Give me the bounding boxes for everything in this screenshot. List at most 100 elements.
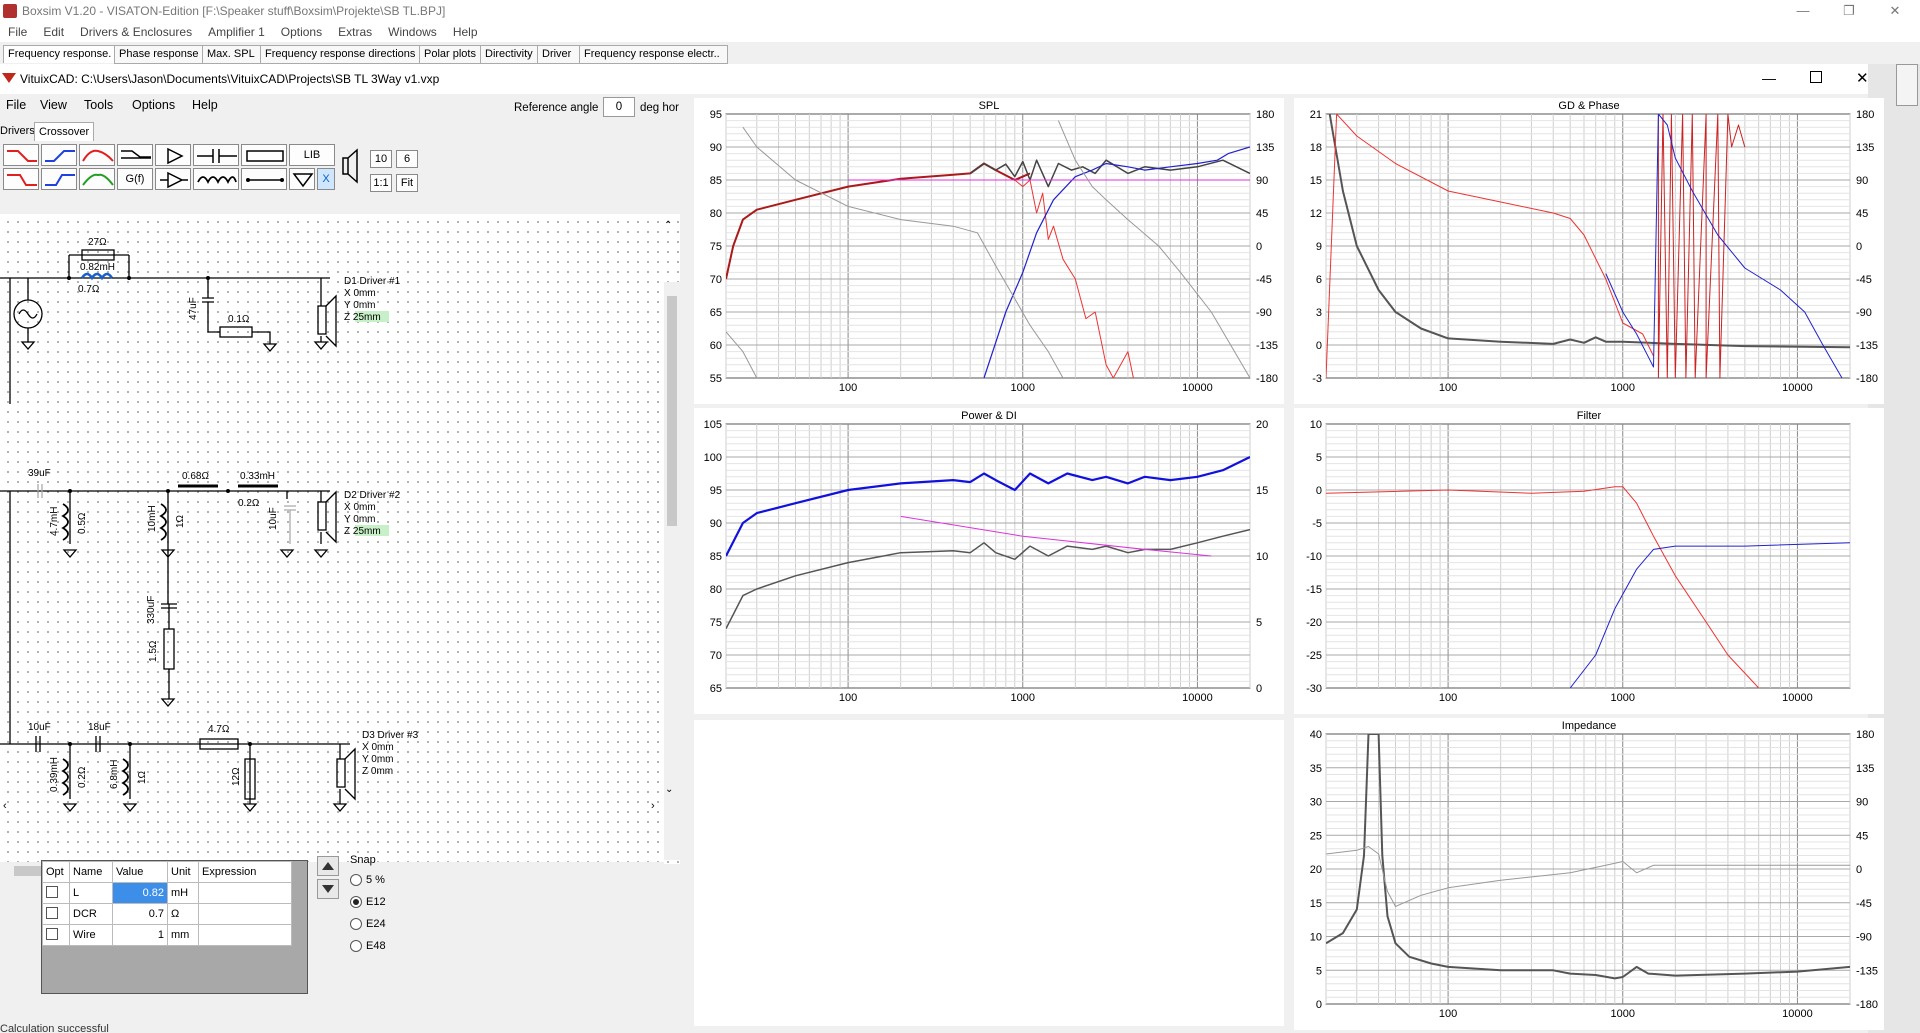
ground-button[interactable]	[289, 168, 315, 190]
param-expression-input[interactable]	[198, 924, 292, 946]
inductor-button[interactable]	[193, 168, 239, 190]
schematic-vertical-scroll-thumb[interactable]	[667, 296, 677, 526]
boxsim-tab-directivity[interactable]: Directivity	[480, 45, 542, 64]
crossover-schematic[interactable]: 27Ω 0.82mH 0.7Ω 47uF 0.1Ω 39uF 0.68Ω 0.3…	[0, 214, 680, 864]
vituix-menu-view[interactable]: View	[40, 98, 67, 112]
boxsim-tab-frequency-response-directions[interactable]: Frequency response directions	[260, 45, 424, 64]
vituix-menu-file[interactable]: File	[6, 98, 26, 112]
buffer-button[interactable]	[155, 168, 191, 190]
boxsim-menu-drivers[interactable]: Drivers & Enclosures	[72, 22, 200, 39]
y-tick-label: 25	[1310, 830, 1322, 842]
transfer-function-button[interactable]: G(f)	[117, 168, 153, 190]
snap-option-5pct[interactable]: 5 %	[350, 874, 385, 887]
lowpass-red2-button[interactable]	[3, 168, 39, 190]
library-button[interactable]: LIB	[289, 144, 335, 166]
boxsim-tab-max-spl[interactable]: Max. SPL	[202, 45, 264, 64]
inductor-icon	[197, 176, 237, 185]
param-value-input[interactable]: 1	[112, 924, 168, 946]
driver3-x: X 0mm	[362, 742, 394, 753]
y-tick-label: 12	[1310, 208, 1322, 220]
chart-panel-spl[interactable]: SPL 95 90 85 80 75 70 65 60 55 180 135 90 45 0 -45 -90 -1…	[694, 98, 1284, 404]
scroll-up-icon[interactable]: ⌃	[664, 220, 672, 231]
boxsim-menu-file[interactable]: File	[0, 22, 35, 39]
delete-x-button[interactable]: X	[317, 168, 335, 190]
highpass-blue2-button[interactable]	[41, 168, 77, 190]
grid-6-button[interactable]: 6	[396, 150, 418, 168]
boxsim-menu-edit[interactable]: Edit	[35, 22, 72, 39]
y-tick-label: 85	[710, 551, 722, 563]
snap-option-e12[interactable]: E12	[350, 896, 386, 909]
minimize-icon[interactable]: —	[1780, 2, 1826, 20]
zoom-1to1-button[interactable]: 1:1	[370, 174, 392, 192]
restore-icon[interactable]: ❐	[1826, 2, 1872, 20]
y-tick-label: 15	[1310, 898, 1322, 910]
opt-checkbox[interactable]	[46, 885, 58, 898]
label-l039: 0.39mH	[49, 757, 60, 792]
vituix-menu-help[interactable]: Help	[192, 98, 218, 112]
scroll-down-icon[interactable]: ⌄	[665, 784, 673, 795]
vituix-menu-tools[interactable]: Tools	[84, 98, 113, 112]
grid-10-button[interactable]: 10	[370, 150, 392, 168]
amplifier-button[interactable]	[155, 144, 191, 166]
wire-button[interactable]	[241, 168, 287, 190]
snap-option-e24[interactable]: E24	[350, 918, 386, 931]
y-tick-label: 18	[1310, 142, 1322, 154]
vituix-menu-options[interactable]: Options	[132, 98, 175, 112]
resistor-01-symbol	[219, 326, 253, 338]
y-tick-label: 20	[1310, 864, 1322, 876]
lowpass-red-button[interactable]	[3, 144, 39, 166]
boxsim-tab-phase-response[interactable]: Phase response	[114, 45, 206, 64]
shelf-button[interactable]	[117, 144, 153, 166]
bandpass-green-button[interactable]	[79, 168, 115, 190]
opt-checkbox[interactable]	[46, 927, 58, 940]
y-tick-label: 100	[704, 452, 722, 464]
y2-tick-label: 45	[1256, 208, 1268, 220]
param-value-input[interactable]: 0.82	[112, 882, 168, 904]
label-c39: 39uF	[28, 468, 51, 479]
param-value-input[interactable]: 0.7	[112, 903, 168, 925]
param-expression-input[interactable]	[198, 882, 292, 904]
close-icon[interactable]: ✕	[1872, 2, 1918, 20]
boxsim-tab-polar-plots[interactable]: Polar plots	[419, 45, 485, 64]
minimize-icon[interactable]: —	[1762, 70, 1776, 86]
chart-panel-impedance[interactable]: Impedance 40 35 30 25 20 15 10 5 0 180 135 90 45 0 -45 -…	[1294, 718, 1884, 1030]
param-expression-input[interactable]	[198, 903, 292, 925]
scroll-right-icon[interactable]: ›	[651, 800, 655, 812]
maximize-icon[interactable]	[1810, 71, 1822, 83]
opt-checkbox[interactable]	[46, 906, 58, 919]
y-tick-label: 6	[1316, 274, 1322, 286]
boxsim-menu-options[interactable]: Options	[273, 22, 330, 39]
move-down-button[interactable]	[317, 879, 339, 899]
driver-button[interactable]	[337, 144, 363, 188]
y-tick-label: 10	[1310, 932, 1322, 944]
move-up-button[interactable]	[317, 856, 339, 876]
boxsim-menu-extras[interactable]: Extras	[330, 22, 380, 39]
reference-angle-input[interactable]: 0	[603, 97, 635, 117]
close-icon[interactable]: ✕	[1856, 69, 1869, 87]
label-l47: 4.7mH	[49, 507, 60, 536]
resistor-button[interactable]	[241, 144, 287, 166]
boxsim-tab-driver[interactable]: Driver	[537, 45, 584, 64]
zoom-fit-button[interactable]: Fit	[396, 174, 418, 192]
table-row[interactable]: L 0.82 mH	[42, 882, 292, 904]
table-row[interactable]: Wire 1 mm	[42, 924, 292, 946]
y-tick-label: 95	[710, 485, 722, 497]
boxsim-tab-frequency-response-electr[interactable]: Frequency response electr..	[579, 45, 728, 64]
snap-option-e48[interactable]: E48	[350, 940, 386, 953]
chart-panel-gd-phase[interactable]: GD & Phase 21 18 15 12 9 6 3 0 -3 180 135 90 45 0 -45 -9…	[1294, 98, 1884, 404]
header-name: Name	[69, 861, 113, 883]
tab-crossover[interactable]: Crossover	[34, 122, 95, 141]
boxsim-menu-windows[interactable]: Windows	[380, 22, 445, 39]
table-row[interactable]: DCR 0.7 Ω	[42, 903, 292, 925]
chart-panel-filter[interactable]: Filter 10 5 0 -5 -10 -15 -20 -25 -30 100 1000 10000	[1294, 408, 1884, 714]
boxsim-menu-help[interactable]: Help	[445, 22, 486, 39]
capacitor-button[interactable]	[193, 144, 239, 166]
boxsim-menu-amplifier[interactable]: Amplifier 1	[200, 22, 273, 39]
highpass-blue-button[interactable]	[41, 144, 77, 166]
chart-panel-power-di[interactable]: Power & DI 105 100 95 90 85 80 75 70 65 20 15 10 5 0 10…	[694, 408, 1284, 714]
boxsim-tab-frequency-response[interactable]: Frequency response.	[3, 45, 117, 63]
y-tick-label: 80	[710, 584, 722, 596]
driver3-z: Z 0mm	[362, 766, 393, 777]
scroll-left-icon[interactable]: ‹	[3, 800, 7, 812]
bandpass-red-button[interactable]	[79, 144, 115, 166]
